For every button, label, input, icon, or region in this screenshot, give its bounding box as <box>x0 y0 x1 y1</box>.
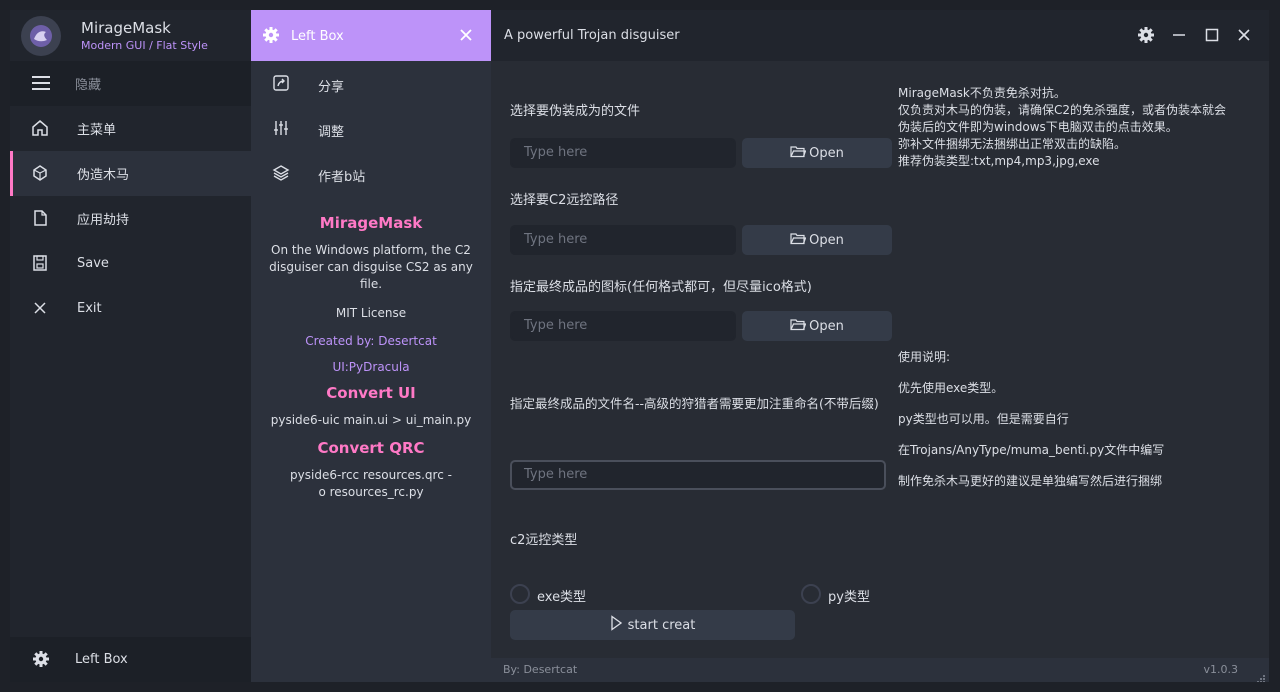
menu-item-save[interactable]: Save <box>10 241 251 286</box>
note-line: MirageMask不负责免杀对抗。 <box>898 86 1066 100</box>
gear-icon <box>262 26 280 48</box>
left-box-header: Left Box <box>251 10 491 61</box>
icon-input[interactable]: Type here <box>510 311 736 341</box>
menu-item-label: 主菜单 <box>77 123 117 138</box>
maximize-button[interactable] <box>1202 25 1222 45</box>
usage-line: 优先使用exe类型。 <box>898 381 1004 395</box>
ui-credit-text: UI:PyDracula <box>332 360 410 374</box>
close-left-box-button[interactable] <box>458 27 474 43</box>
menu-item-label: Save <box>77 256 109 271</box>
left-box-item-adjust[interactable]: 调整 <box>251 106 491 151</box>
convert-qrc-command: pyside6-rcc resources.qrc -o resources_r… <box>290 468 452 499</box>
minimize-button[interactable] <box>1169 25 1189 45</box>
app-logo <box>21 16 61 56</box>
start-create-label: start creat <box>627 617 696 633</box>
toggle-menu-label: 隐藏 <box>75 78 102 93</box>
filename-input[interactable]: Type here <box>510 460 886 490</box>
left-menu: MirageMask Modern GUI / Flat Style 隐藏 主菜… <box>10 10 251 682</box>
about-info: MirageMask On the Windows platform, the … <box>251 210 491 501</box>
folder-open-icon <box>790 232 807 249</box>
radio-exe-label: exe类型 <box>537 590 587 605</box>
left-box-item-label: 作者b站 <box>318 170 366 185</box>
layers-icon <box>272 164 290 186</box>
gear-icon <box>32 650 50 672</box>
app-description: A powerful Trojan disguiser <box>504 28 680 43</box>
convert-qrc-heading: Convert QRC <box>317 439 425 457</box>
left-box-item-share[interactable]: 分享 <box>251 61 491 106</box>
convert-ui-heading: Convert UI <box>326 384 416 402</box>
left-box-item-label: 分享 <box>318 80 345 95</box>
left-box-item-author[interactable]: 作者b站 <box>251 151 491 196</box>
disguise-file-label: 选择要伪装成为的文件 <box>510 104 641 119</box>
menu-item-label: Exit <box>77 301 102 316</box>
start-create-button[interactable]: start creat <box>510 610 795 640</box>
save-icon <box>31 254 49 272</box>
menu-item-label: 应用劫持 <box>77 213 130 228</box>
c2-type-label: c2远控类型 <box>510 533 578 548</box>
radio-py[interactable] <box>801 584 821 604</box>
usage-line: 在Trojans/AnyType/muma_benti.py文件中编写 <box>898 443 1165 457</box>
sliders-icon <box>272 119 290 141</box>
file-icon <box>31 209 49 227</box>
hamburger-icon <box>31 74 50 92</box>
menu-item-app-hijack[interactable]: 应用劫持 <box>10 196 251 241</box>
toggle-left-box-button[interactable]: Left Box <box>10 637 251 682</box>
open-button-label: Open <box>809 318 844 334</box>
disguise-file-input[interactable]: Type here <box>510 138 736 168</box>
open-c2-path-button[interactable]: Open <box>742 225 892 255</box>
usage-line: 使用说明: <box>898 350 951 364</box>
c2-path-label: 选择要C2远控路径 <box>510 193 619 208</box>
note-line: 伪装后的文件即为windows下电脑双击的点击效果。 <box>898 120 1178 134</box>
app-title: MirageMask <box>81 19 171 37</box>
open-button-label: Open <box>809 232 844 248</box>
usage-line: 制作免杀木马更好的建议是单独编写然后进行捆绑 <box>898 474 1163 488</box>
left-box-item-label: 调整 <box>318 125 345 140</box>
left-box-panel: Left Box 分享 调整 作者b站 MirageMask On the Wi… <box>251 10 491 682</box>
share-icon <box>272 74 290 96</box>
note-line: 推荐伪装类型:txt,mp4,mp3,jpg,exe <box>898 154 1100 168</box>
footer-bar: By: Desertcat v1.0.3 <box>491 658 1269 682</box>
about-heading: MirageMask <box>319 214 423 232</box>
open-disguise-file-button[interactable]: Open <box>742 138 892 168</box>
menu-item-home[interactable]: 主菜单 <box>10 106 251 151</box>
app-subtitle: Modern GUI / Flat Style <box>81 39 208 52</box>
app-window: MirageMask Modern GUI / Flat Style 隐藏 主菜… <box>10 10 1269 682</box>
menu-item-trojan[interactable]: 伪造木马 <box>10 151 251 196</box>
play-icon <box>610 615 622 635</box>
settings-button[interactable] <box>1136 25 1156 45</box>
footer-credit: By: Desertcat <box>503 663 578 676</box>
trojan-icon <box>31 164 49 182</box>
close-icon <box>31 299 49 317</box>
logo-area: MirageMask Modern GUI / Flat Style <box>10 10 251 61</box>
folder-open-icon <box>790 318 807 335</box>
menu-item-label: 伪造木马 <box>77 168 130 183</box>
toggle-menu-button[interactable]: 隐藏 <box>10 61 251 106</box>
version-label: v1.0.3 <box>1203 663 1239 676</box>
menu-item-exit[interactable]: Exit <box>10 286 251 331</box>
usage-line: py类型也可以用。但是需要自行 <box>898 412 1069 426</box>
close-window-button[interactable] <box>1234 25 1254 45</box>
icon-label: 指定最终成品的图标(任何格式都可，但尽量ico格式) <box>510 280 812 295</box>
license-text: MIT License <box>335 306 407 320</box>
filename-label: 指定最终成品的文件名--高级的狩猎者需要更加注重命名(不带后缀) <box>510 396 879 411</box>
main-content: A powerful Trojan disguiser 选择要伪装成为的文件 T… <box>491 10 1269 682</box>
home-icon <box>31 119 49 137</box>
c2-path-input[interactable]: Type here <box>510 225 736 255</box>
about-description: On the Windows platform, the C2 disguise… <box>269 243 473 291</box>
radio-py-label: py类型 <box>828 590 870 605</box>
note-line: 仅负责对木马的伪装，请确保C2的免杀强度，或者伪装本就会 <box>898 103 1227 117</box>
open-icon-button[interactable]: Open <box>742 311 892 341</box>
resize-grip-icon[interactable] <box>1256 669 1266 682</box>
folder-open-icon <box>790 145 807 162</box>
convert-ui-command: pyside6-uic main.ui > ui_main.py <box>270 413 472 427</box>
left-box-toggle-label: Left Box <box>75 652 128 667</box>
left-box-title: Left Box <box>291 29 344 44</box>
created-by-text: Created by: Desertcat <box>305 334 437 348</box>
note-line: 弥补文件捆绑无法捆绑出正常双击的缺陷。 <box>898 137 1127 151</box>
title-bar: A powerful Trojan disguiser <box>491 10 1269 61</box>
open-button-label: Open <box>809 145 844 161</box>
radio-exe[interactable] <box>510 584 530 604</box>
